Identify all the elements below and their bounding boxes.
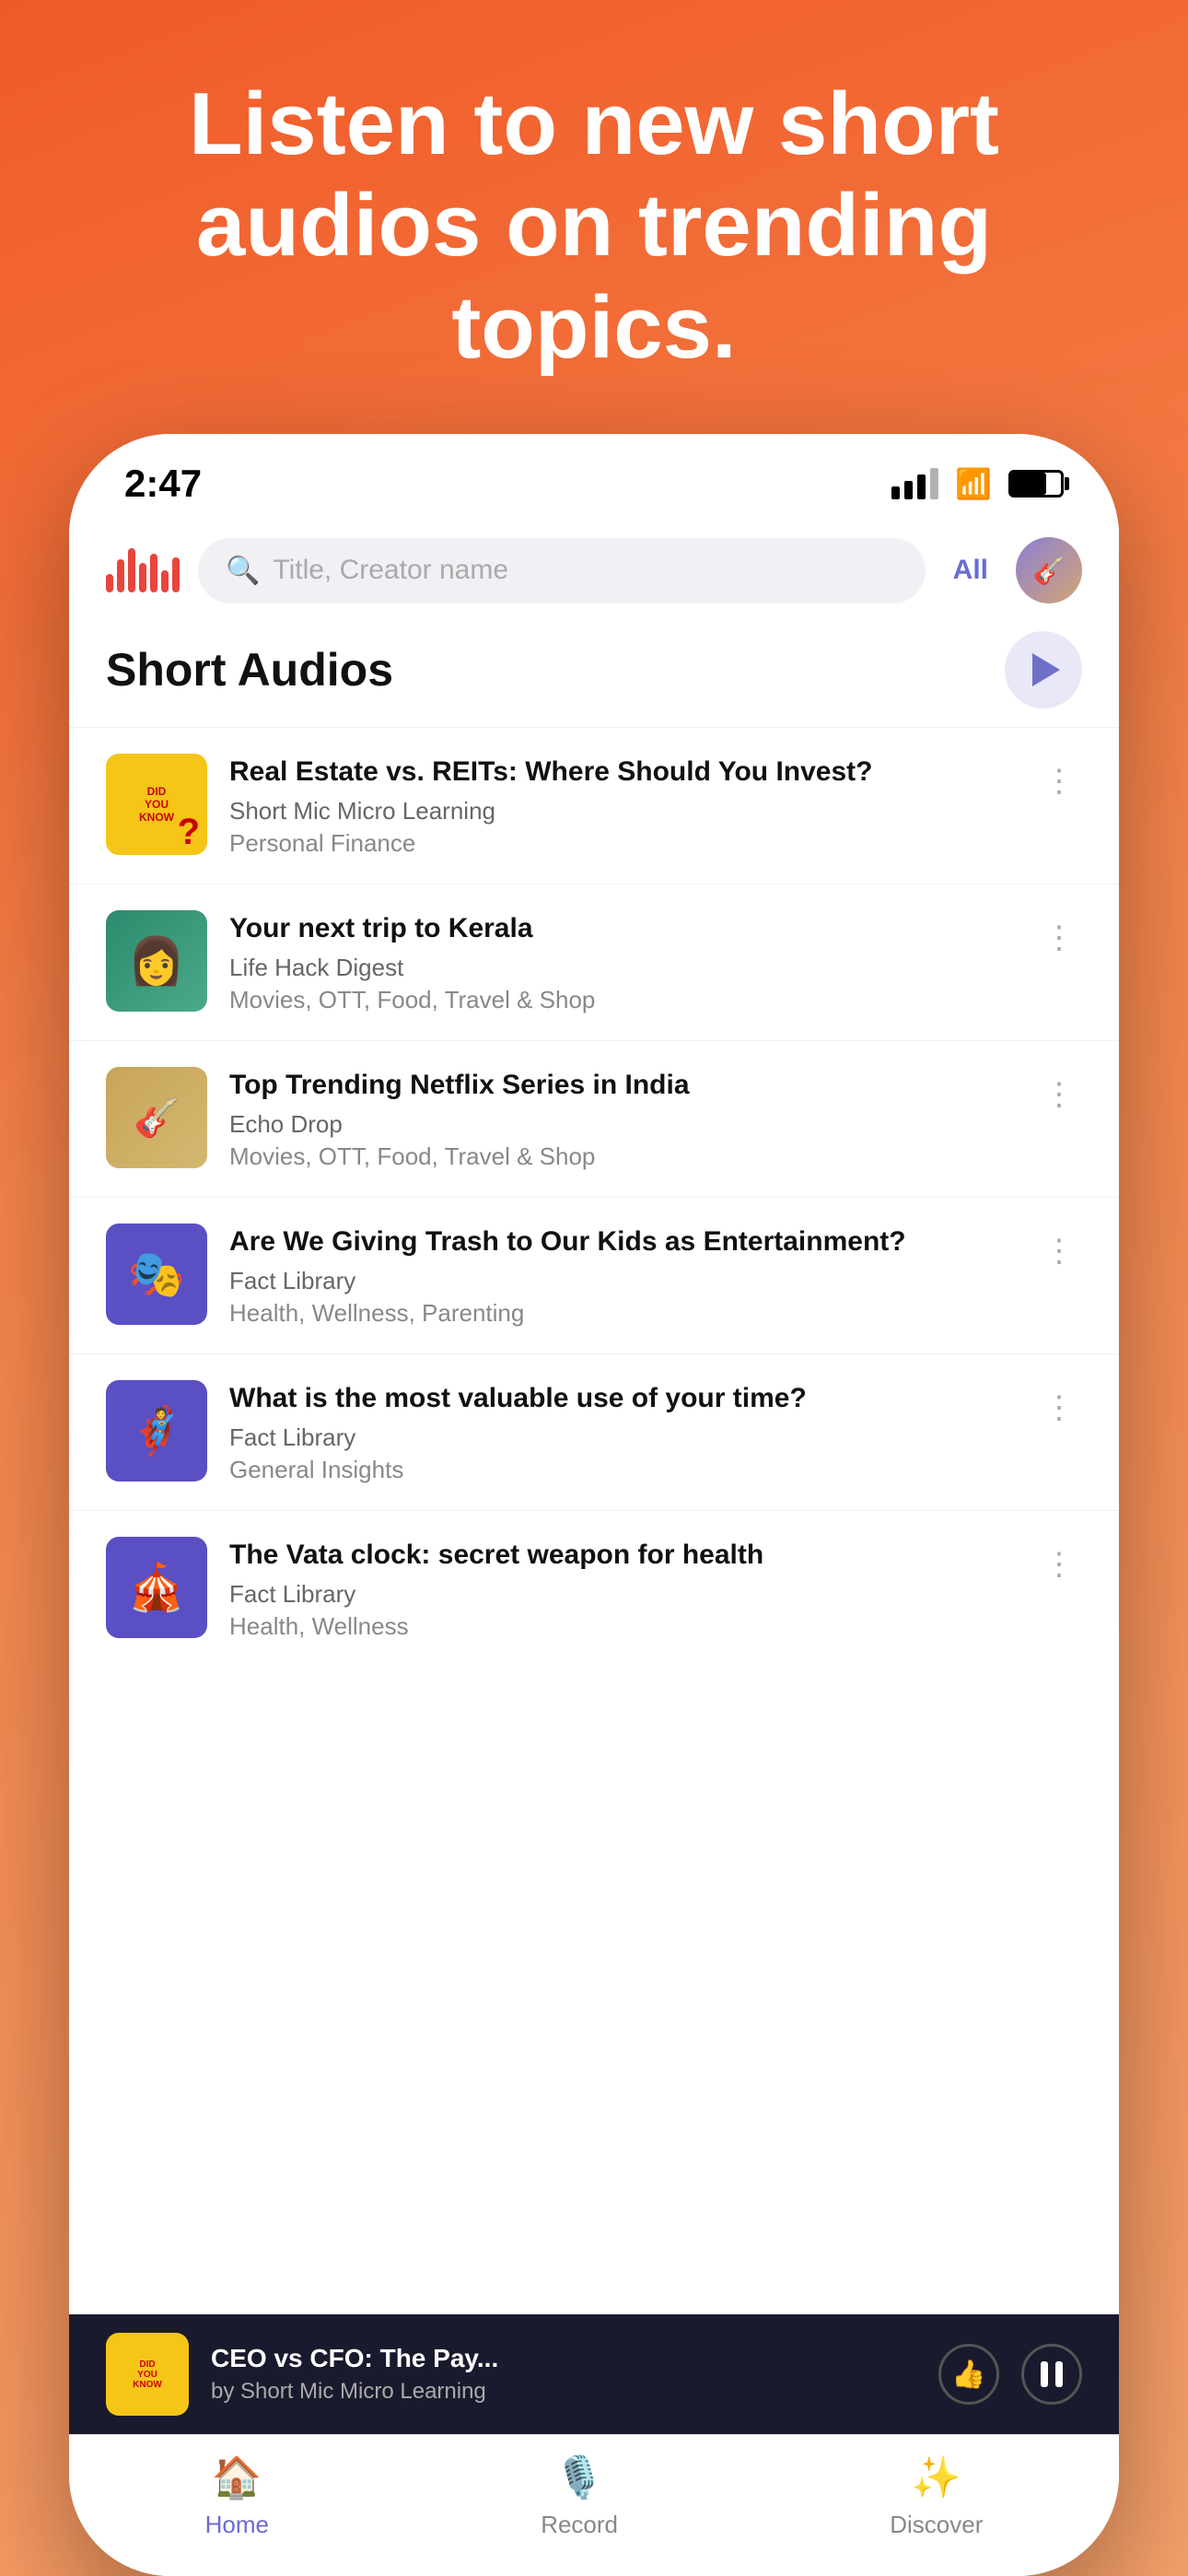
audio-thumbnail: DIDYOUKNOW ? xyxy=(106,754,207,855)
audio-thumbnail: 🎭 xyxy=(106,1224,207,1325)
section-header: Short Audios xyxy=(69,622,1119,727)
list-item[interactable]: DIDYOUKNOW ? Real Estate vs. REITs: Wher… xyxy=(69,727,1119,884)
audio-creator: Short Mic Micro Learning xyxy=(229,797,1016,825)
now-playing-creator: by Short Mic Micro Learning xyxy=(211,2379,916,2405)
play-icon xyxy=(1032,653,1060,686)
more-options-icon[interactable]: ⋮ xyxy=(1038,1380,1082,1435)
list-item[interactable]: 🎭 Are We Giving Trash to Our Kids as Ent… xyxy=(69,1197,1119,1353)
pause-button[interactable] xyxy=(1021,2344,1082,2405)
audio-wave-logo xyxy=(106,548,180,592)
now-playing-bar[interactable]: DIDYOUKNOW ? CEO vs CFO: The Pay... by S… xyxy=(69,2314,1119,2434)
search-box[interactable]: 🔍 Title, Creator name xyxy=(198,538,926,603)
audio-creator: Echo Drop xyxy=(229,1110,1016,1139)
audio-info: What is the most valuable use of your ti… xyxy=(229,1380,1016,1484)
signal-icon xyxy=(891,468,938,499)
audio-info: Top Trending Netflix Series in India Ech… xyxy=(229,1067,1016,1171)
audio-thumbnail: 👩 xyxy=(106,910,207,1012)
avatar[interactable]: 🎸 xyxy=(1016,537,1082,603)
list-item[interactable]: 🦸 What is the most valuable use of your … xyxy=(69,1353,1119,1510)
play-all-button[interactable] xyxy=(1005,631,1082,708)
audio-category: Movies, OTT, Food, Travel & Shop xyxy=(229,986,1016,1014)
audio-category: Personal Finance xyxy=(229,829,1016,858)
search-placeholder: Title, Creator name xyxy=(273,555,508,586)
home-icon: 🏠 xyxy=(212,2453,262,2501)
bottom-nav: 🏠 Home 🎙️ Record ✨ Discover xyxy=(69,2434,1119,2576)
audio-thumbnail: 🎸 xyxy=(106,1067,207,1168)
list-item[interactable]: 🎸 Top Trending Netflix Series in India E… xyxy=(69,1040,1119,1197)
more-options-icon[interactable]: ⋮ xyxy=(1038,1224,1082,1279)
hero-section: Listen to new short audios on trending t… xyxy=(0,0,1188,434)
wifi-icon: 📶 xyxy=(955,466,992,501)
battery-icon xyxy=(1008,470,1064,498)
audio-title: Real Estate vs. REITs: Where Should You … xyxy=(229,754,1016,790)
audio-creator: Fact Library xyxy=(229,1423,1016,1452)
audio-creator: Fact Library xyxy=(229,1580,1016,1609)
like-button[interactable]: 👍 xyxy=(938,2344,999,2405)
audio-category: Health, Wellness xyxy=(229,1612,1016,1641)
audio-title: The Vata clock: secret weapon for health xyxy=(229,1537,1016,1573)
home-label: Home xyxy=(205,2511,269,2539)
status-icons: 📶 xyxy=(891,466,1064,501)
app-content: 🔍 Title, Creator name All 🎸 Short Audios… xyxy=(69,515,1119,2576)
audio-category: General Insights xyxy=(229,1456,1016,1484)
audio-title: Your next trip to Kerala xyxy=(229,910,1016,946)
record-icon: 🎙️ xyxy=(554,2453,605,2501)
audio-title: What is the most valuable use of your ti… xyxy=(229,1380,1016,1416)
section-title: Short Audios xyxy=(106,643,393,697)
now-playing-title: CEO vs CFO: The Pay... xyxy=(211,2344,916,2373)
search-icon: 🔍 xyxy=(226,555,260,587)
audio-category: Health, Wellness, Parenting xyxy=(229,1299,1016,1328)
now-playing-thumbnail: DIDYOUKNOW ? xyxy=(106,2333,189,2416)
phone-container: 2:47 📶 xyxy=(69,434,1119,2576)
audio-thumbnail: 🦸 xyxy=(106,1380,207,1481)
audio-creator: Fact Library xyxy=(229,1267,1016,1295)
discover-label: Discover xyxy=(890,2511,983,2539)
nav-item-home[interactable]: 🏠 Home xyxy=(205,2453,269,2539)
more-options-icon[interactable]: ⋮ xyxy=(1038,1067,1082,1122)
more-options-icon[interactable]: ⋮ xyxy=(1038,1537,1082,1592)
record-label: Record xyxy=(541,2511,618,2539)
audio-creator: Life Hack Digest xyxy=(229,954,1016,982)
audio-thumbnail: 🎪 xyxy=(106,1537,207,1638)
audio-info: Are We Giving Trash to Our Kids as Enter… xyxy=(229,1224,1016,1328)
audio-info: Your next trip to Kerala Life Hack Diges… xyxy=(229,910,1016,1014)
audio-info: Real Estate vs. REITs: Where Should You … xyxy=(229,754,1016,858)
status-bar: 2:47 📶 xyxy=(69,434,1119,515)
audio-list: DIDYOUKNOW ? Real Estate vs. REITs: Wher… xyxy=(69,727,1119,2314)
nav-item-discover[interactable]: ✨ Discover xyxy=(890,2453,983,2539)
more-options-icon[interactable]: ⋮ xyxy=(1038,754,1082,809)
more-options-icon[interactable]: ⋮ xyxy=(1038,910,1082,966)
audio-title: Are We Giving Trash to Our Kids as Enter… xyxy=(229,1224,1016,1259)
list-item[interactable]: 👩 Your next trip to Kerala Life Hack Dig… xyxy=(69,884,1119,1040)
status-time: 2:47 xyxy=(124,462,202,506)
audio-category: Movies, OTT, Food, Travel & Shop xyxy=(229,1142,1016,1171)
hero-title: Listen to new short audios on trending t… xyxy=(189,75,999,377)
search-header: 🔍 Title, Creator name All 🎸 xyxy=(69,515,1119,622)
audio-title: Top Trending Netflix Series in India xyxy=(229,1067,1016,1103)
discover-icon: ✨ xyxy=(911,2453,961,2501)
filter-all[interactable]: All xyxy=(944,555,997,586)
list-item[interactable]: 🎪 The Vata clock: secret weapon for heal… xyxy=(69,1510,1119,1667)
audio-info: The Vata clock: secret weapon for health… xyxy=(229,1537,1016,1641)
now-playing-info: CEO vs CFO: The Pay... by Short Mic Micr… xyxy=(211,2344,916,2405)
nav-item-record[interactable]: 🎙️ Record xyxy=(541,2453,618,2539)
